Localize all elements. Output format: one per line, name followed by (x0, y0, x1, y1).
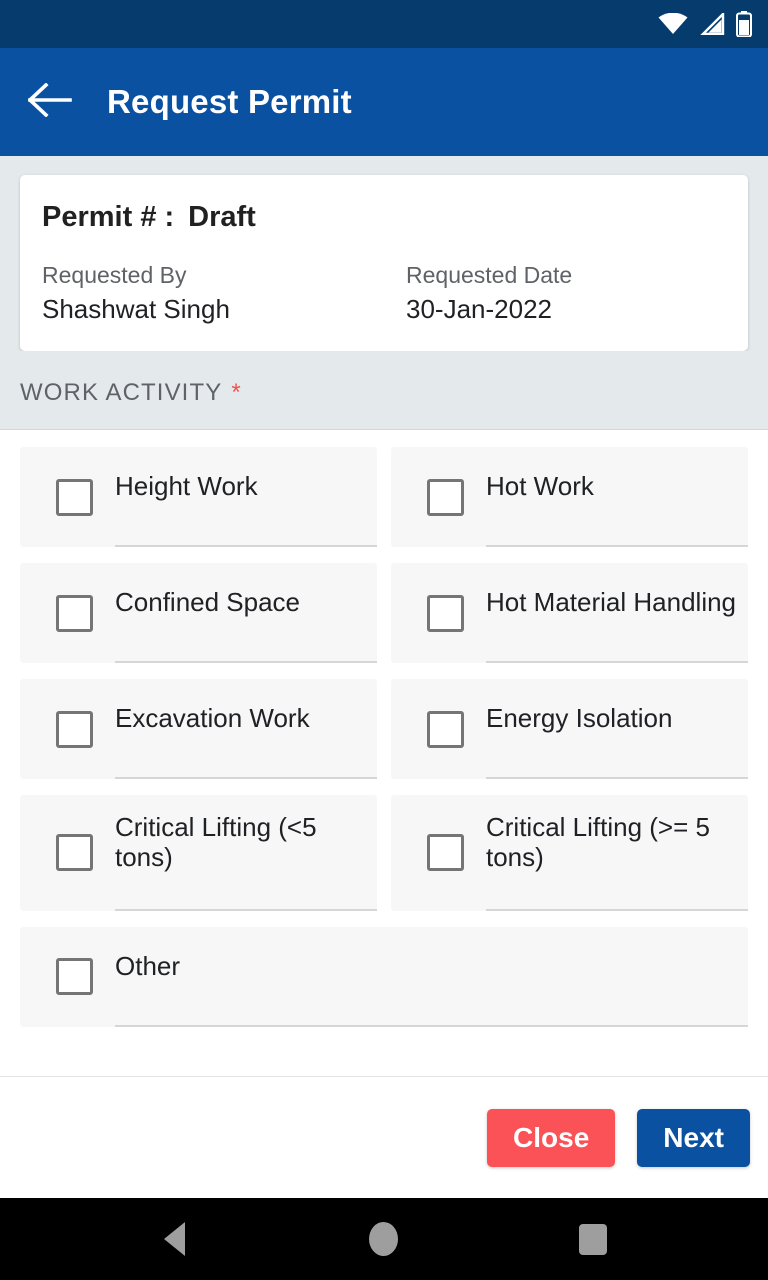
nav-back-button[interactable] (135, 1209, 215, 1269)
nav-home-button[interactable] (344, 1209, 424, 1269)
work-activity-option[interactable]: Height Work (20, 447, 377, 547)
permit-number-value: Draft (188, 201, 256, 233)
permit-card-zone: Permit # : Draft Requested By Shashwat S… (0, 156, 768, 351)
requested-date-value: 30-Jan-2022 (406, 294, 552, 324)
work-activity-row: Confined Space Hot Material Handling (20, 563, 748, 663)
option-label: Other (115, 950, 181, 981)
option-label: Confined Space (115, 587, 301, 618)
work-activity-option[interactable]: Energy Isolation (391, 679, 748, 779)
requested-by-value: Shashwat Singh (42, 294, 230, 324)
option-underline: Critical Lifting (<5 tons) (115, 795, 377, 911)
option-underline: Hot Work (486, 447, 748, 547)
wifi-icon (658, 13, 688, 35)
content-area: Permit # : Draft Requested By Shashwat S… (0, 156, 768, 1198)
permit-number-label: Permit # : (42, 201, 175, 233)
option-underline: Other (115, 927, 748, 1027)
circle-home-icon (369, 1222, 399, 1256)
checkbox-icon[interactable] (56, 478, 93, 516)
option-underline: Excavation Work (115, 679, 377, 779)
option-label: Energy Isolation (486, 703, 673, 734)
checkbox-icon[interactable] (56, 710, 93, 748)
requested-date-label: Requested Date (406, 262, 573, 288)
work-activity-option[interactable]: Other (20, 926, 748, 1027)
back-button[interactable] (26, 78, 74, 126)
checkbox-icon[interactable] (427, 478, 464, 516)
work-activity-row: Other (20, 926, 748, 1027)
option-underline: Hot Material Handling (486, 563, 748, 663)
section-title-text: WORK ACTIVITY (20, 379, 223, 406)
checkbox-icon[interactable] (427, 710, 464, 748)
work-activity-option[interactable]: Critical Lifting (>= 5 tons) (391, 795, 748, 911)
checkbox-icon[interactable] (56, 958, 93, 996)
signal-icon (699, 13, 725, 35)
action-footer: Close Next (0, 1076, 768, 1198)
required-asterisk: * (231, 379, 242, 406)
option-label: Hot Material Handling (486, 587, 737, 618)
section-title-row: WORK ACTIVITY * (20, 379, 748, 407)
work-activity-option[interactable]: Confined Space (20, 563, 377, 663)
close-button[interactable]: Close (487, 1108, 616, 1167)
checkbox-icon[interactable] (427, 834, 464, 872)
checkbox-icon[interactable] (56, 834, 93, 872)
status-bar (0, 0, 768, 48)
work-activity-option[interactable]: Hot Material Handling (391, 563, 748, 663)
checkbox-icon[interactable] (427, 594, 464, 632)
checkbox-icon[interactable] (56, 594, 93, 632)
option-underline: Critical Lifting (>= 5 tons) (486, 795, 748, 911)
work-activity-option[interactable]: Hot Work (391, 447, 748, 547)
battery-icon (736, 11, 752, 37)
option-underline: Height Work (115, 447, 377, 547)
option-label: Height Work (115, 471, 258, 502)
option-label: Critical Lifting (<5 tons) (115, 812, 317, 872)
square-recents-icon (579, 1223, 608, 1255)
permit-number-line: Permit # : Draft (42, 201, 726, 234)
work-activity-option[interactable]: Critical Lifting (<5 tons) (20, 795, 377, 911)
android-nav-bar (0, 1198, 768, 1280)
requested-by-block: Requested By Shashwat Singh (42, 262, 384, 325)
work-activity-option[interactable]: Excavation Work (20, 679, 377, 779)
option-label: Critical Lifting (>= 5 tons) (486, 812, 710, 872)
next-button[interactable]: Next (637, 1108, 750, 1167)
work-activity-section-header: WORK ACTIVITY * (0, 351, 768, 430)
option-label: Excavation Work (115, 703, 310, 734)
nav-recents-button[interactable] (553, 1209, 633, 1269)
option-underline: Confined Space (115, 563, 377, 663)
page-title: Request Permit (107, 83, 352, 120)
work-activity-grid: Height Work Hot Work Confined Space Hot Mat… (0, 430, 768, 1076)
permit-card: Permit # : Draft Requested By Shashwat S… (20, 175, 748, 351)
app-bar: Request Permit (0, 48, 768, 156)
work-activity-row: Critical Lifting (<5 tons) Critical Lifti… (20, 795, 748, 911)
status-icon-group (658, 11, 752, 37)
triangle-back-icon (164, 1222, 186, 1256)
requested-by-label: Requested By (42, 262, 187, 288)
option-label: Hot Work (486, 471, 594, 502)
option-underline: Energy Isolation (486, 679, 748, 779)
phone-screen: Request Permit Permit # : Draft Requeste… (0, 0, 768, 1280)
arrow-left-icon (27, 81, 72, 122)
work-activity-row: Height Work Hot Work (20, 447, 748, 547)
permit-meta-row: Requested By Shashwat Singh Requested Da… (42, 262, 726, 325)
requested-date-block: Requested Date 30-Jan-2022 (384, 262, 726, 325)
work-activity-row: Excavation Work Energy Isolation (20, 679, 748, 779)
